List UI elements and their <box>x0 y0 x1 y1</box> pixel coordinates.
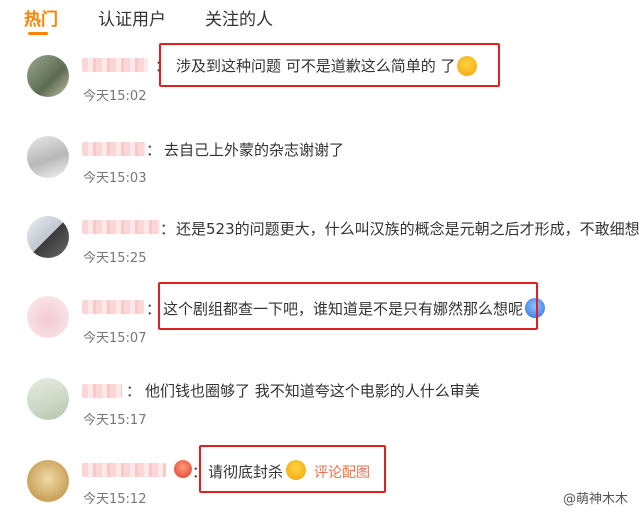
watermark: @萌神木木 <box>562 492 628 507</box>
avatar[interactable] <box>27 296 69 338</box>
highlight-box <box>199 445 386 493</box>
comment-time: 今天15:25 <box>83 251 147 266</box>
username-blurred[interactable] <box>82 463 166 477</box>
username-blurred[interactable] <box>82 142 146 156</box>
avatar[interactable] <box>27 216 69 258</box>
avatar[interactable] <box>27 460 69 502</box>
tab-following[interactable]: 关注的人 <box>205 5 273 30</box>
username-blurred[interactable] <box>82 300 144 314</box>
tab-hot[interactable]: 热门 <box>24 5 58 30</box>
highlight-box <box>158 282 538 330</box>
tab-verified-users[interactable]: 认证用户 <box>98 5 166 30</box>
username-blurred[interactable] <box>82 384 122 398</box>
highlight-box <box>159 43 500 87</box>
comment-colon: ： <box>146 141 162 159</box>
username-blurred[interactable] <box>82 220 160 234</box>
comment-time: 今天15:07 <box>83 331 147 346</box>
comment-colon: ： <box>126 382 142 400</box>
comment-time: 今天15:17 <box>83 413 147 428</box>
avatar[interactable] <box>27 55 69 97</box>
comment-text: 他们钱也圈够了 我不知道夸这个电影的人什么审美 <box>145 382 480 400</box>
comment-colon: ： <box>160 220 176 238</box>
avatar[interactable] <box>27 136 69 178</box>
active-tab-indicator <box>28 32 48 35</box>
username-blurred[interactable] <box>82 58 148 72</box>
comment-time: 今天15:03 <box>83 171 147 186</box>
comment-time: 今天15:12 <box>83 492 147 507</box>
comment-text: 去自己上外蒙的杂志谢谢了 <box>164 141 345 159</box>
comment-time: 今天15:02 <box>83 89 147 104</box>
comment-text: 还是523的问题更大，什么叫汉族的概念是元朝之后才形成，不敢细想 <box>176 220 640 238</box>
comment-tabs: 热门 认证用户 关注的人 <box>0 0 640 36</box>
badge-icon <box>174 460 192 478</box>
avatar[interactable] <box>27 378 69 420</box>
